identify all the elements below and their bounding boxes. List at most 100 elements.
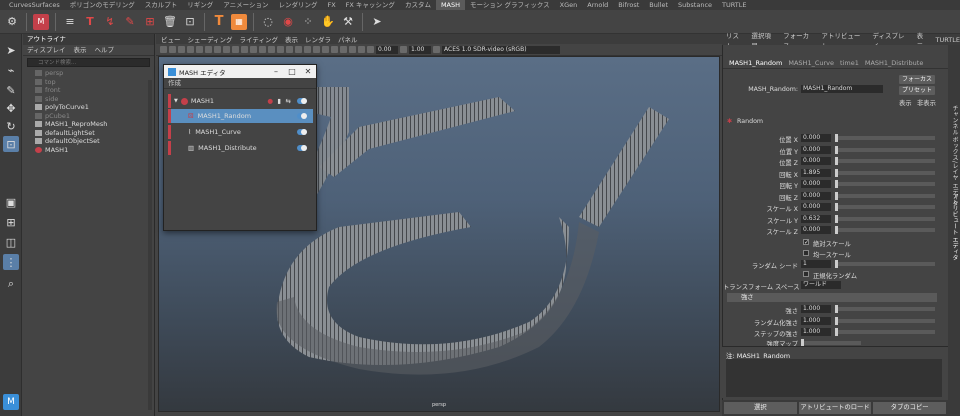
attr-value-field[interactable]: 0.632 [801, 214, 831, 223]
outliner-search-input[interactable]: コマンド検索... [27, 58, 150, 67]
strength-slider[interactable] [835, 305, 935, 313]
shelf-tab[interactable]: Arnold [582, 0, 613, 10]
node-toggle-distribute[interactable] [297, 145, 307, 151]
bookmark-icon[interactable] [178, 46, 185, 53]
transform-space-dropdown[interactable]: ワールド [801, 281, 841, 289]
vp-menu-renderer[interactable]: レンダラ [305, 34, 331, 44]
exposure-field[interactable]: 0.00 [376, 45, 398, 54]
link-icon[interactable]: ⇆ [286, 97, 291, 105]
spinner-icon[interactable]: ◌ [260, 14, 276, 30]
attr-value-field[interactable]: 0.000 [801, 226, 831, 234]
mash-editor-titlebar[interactable]: MASH エディタ – □ ✕ [164, 65, 316, 78]
isolate-icon[interactable] [340, 46, 347, 53]
shelf-tab[interactable]: MASH [435, 0, 466, 10]
xray-icon[interactable] [349, 46, 356, 53]
xray-components-icon[interactable] [367, 46, 374, 53]
default-material-icon[interactable] [268, 46, 275, 53]
mash-node-row-distribute[interactable]: ▥ MASH1_Distribute [168, 141, 313, 155]
node-name-field[interactable]: MASH1_Random [801, 85, 883, 93]
attr-slider[interactable] [835, 203, 935, 211]
field-chart-icon[interactable] [232, 46, 239, 53]
motion-blur-icon[interactable] [313, 46, 320, 53]
shelf-tab[interactable]: モーション グラフィックス [465, 0, 555, 10]
outliner-item[interactable]: pCube1 [23, 112, 154, 121]
aa-icon[interactable] [322, 46, 329, 53]
mash-create-icon[interactable]: M [33, 13, 49, 30]
node-tab-curve[interactable]: MASH1_Curve [788, 59, 834, 68]
color-management-icon[interactable] [433, 46, 440, 53]
gamma-icon[interactable] [400, 46, 407, 53]
colorspace-dropdown[interactable]: ACES 1.0 SDR-video (sRGB) [442, 45, 560, 54]
mash-create-menu[interactable]: 作成 [164, 78, 316, 89]
outliner-item[interactable]: front [23, 86, 154, 95]
grid-toggle-icon[interactable] [196, 46, 203, 53]
hand-icon[interactable]: ✋ [320, 14, 336, 30]
attr-slider[interactable] [835, 134, 935, 142]
shelf-tab[interactable]: アニメーション [218, 0, 273, 10]
preset-button[interactable]: プリセット [899, 86, 935, 95]
list-icon[interactable]: ≡ [62, 14, 78, 30]
show-label[interactable]: 表示 [899, 98, 913, 107]
add-node-icon[interactable]: ● [267, 97, 273, 105]
paint-icon[interactable]: ✎ [122, 14, 138, 30]
gamma-field[interactable]: 1.00 [409, 45, 431, 54]
strength-slider[interactable] [835, 328, 935, 336]
attr-slider[interactable] [835, 214, 935, 223]
minimize-icon[interactable]: – [268, 67, 284, 76]
shelf-tab[interactable]: ポリゴンのモデリング [65, 0, 140, 10]
node-toggle-curve[interactable] [297, 129, 307, 135]
textured-icon[interactable] [277, 46, 284, 53]
absolute-scale-checkbox[interactable]: ✓ [803, 239, 809, 246]
strength-value-field[interactable]: 1.000 [801, 305, 831, 313]
outliner-item[interactable]: top [23, 78, 154, 87]
vp-menu-lighting[interactable]: ライティング [240, 34, 278, 44]
two-view-icon[interactable]: ◫ [3, 234, 19, 250]
shelf-tab[interactable]: Bifrost [613, 0, 644, 10]
safe-action-icon[interactable] [241, 46, 248, 53]
outliner-item[interactable]: persp [23, 69, 154, 78]
wireframe-icon[interactable] [250, 46, 257, 53]
strength-slider[interactable] [835, 316, 935, 325]
shelf-tab[interactable]: Bullet [644, 0, 673, 10]
lights-icon[interactable] [286, 46, 293, 53]
type-text-icon[interactable]: T [211, 14, 227, 30]
single-view-icon[interactable]: ▣ [3, 194, 19, 210]
vp-menu-show[interactable]: 表示 [285, 34, 298, 44]
attr-value-field[interactable]: 0.000 [801, 180, 831, 188]
shelf-tab[interactable]: FX [322, 0, 340, 10]
ring-icon[interactable]: ◉ [280, 14, 296, 30]
outliner-menu-display[interactable]: ディスプレイ [27, 45, 66, 55]
trash-icon[interactable]: 🗑 [162, 14, 178, 30]
shelf-tab[interactable]: リギング [182, 0, 218, 10]
image-icon[interactable]: ▦ [231, 13, 247, 30]
vp-menu-panels[interactable]: パネル [338, 34, 358, 44]
mash-network-row[interactable]: ▼ MASH1 ● ▮ ⇆ [168, 94, 313, 108]
hide-label[interactable]: 非表示 [917, 98, 937, 107]
normalize-random-checkbox[interactable] [803, 271, 809, 277]
node-tab-time[interactable]: time1 [840, 59, 859, 68]
resolution-gate-icon[interactable] [214, 46, 221, 53]
shelf-tab[interactable]: スカルプト [140, 0, 183, 10]
attr-value-field[interactable]: 0.000 [801, 203, 831, 211]
vp-menu-view[interactable]: ビュー [161, 34, 181, 44]
random-seed-field[interactable]: 1 [801, 260, 831, 268]
ae-menu-item[interactable]: TURTLE [936, 36, 960, 44]
network-icon[interactable]: ⊞ [142, 14, 158, 30]
outliner-item[interactable]: MASH1_ReproMesh [23, 120, 154, 129]
outliner-scrollbar[interactable] [148, 80, 152, 410]
smooth-shade-icon[interactable] [259, 46, 266, 53]
four-view-icon[interactable]: ⊞ [3, 214, 19, 230]
ao-icon[interactable] [304, 46, 311, 53]
vp-menu-shading[interactable]: シェーディング [188, 34, 233, 44]
strength-value-field[interactable]: 1.000 [801, 316, 831, 325]
text-icon[interactable]: T [82, 14, 98, 30]
layout-icon[interactable]: ⋮ [3, 254, 19, 270]
shelf-tab[interactable]: FX キャッシング [341, 0, 400, 10]
attr-value-field[interactable]: 0.000 [801, 157, 831, 165]
outliner-item[interactable]: defaultObjectSet [23, 137, 154, 146]
camera-attr-icon[interactable] [169, 46, 176, 53]
outliner-item[interactable]: side [23, 95, 154, 104]
attr-slider[interactable] [835, 145, 935, 154]
brush-icon[interactable]: ⚒ [340, 14, 356, 30]
attr-slider[interactable] [835, 226, 935, 234]
